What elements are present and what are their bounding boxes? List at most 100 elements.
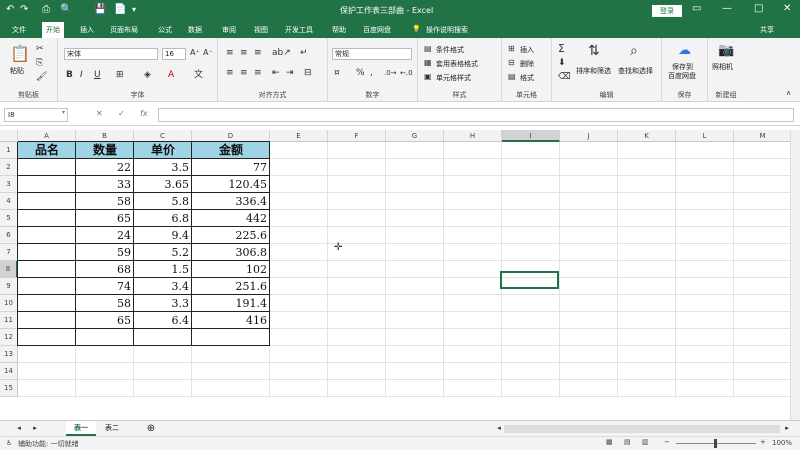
page-layout-view-icon[interactable]: ▤: [624, 438, 631, 446]
row-header-15[interactable]: 15: [0, 380, 18, 397]
table-cell-price[interactable]: 5.2: [134, 244, 192, 261]
redo-icon[interactable]: ↷: [20, 4, 28, 16]
clear-icon[interactable]: ⌫: [558, 72, 571, 82]
insert-button[interactable]: 插入: [520, 45, 534, 55]
font-size-select[interactable]: 16: [162, 48, 186, 60]
row-header-11[interactable]: 11: [0, 312, 18, 329]
row-header-13[interactable]: 13: [0, 346, 18, 363]
active-cell-selection[interactable]: [500, 271, 559, 289]
horizontal-scrollbar[interactable]: [504, 425, 780, 433]
share-button[interactable]: 共享: [760, 25, 774, 35]
table-cell-qty[interactable]: 68: [76, 261, 134, 278]
cut-icon[interactable]: ✂: [36, 44, 44, 54]
increase-indent-icon[interactable]: ⇥: [286, 68, 294, 78]
name-box-dropdown-icon[interactable]: ▾: [62, 109, 65, 116]
underline-button[interactable]: U: [94, 70, 101, 80]
column-header-m[interactable]: M: [734, 130, 790, 142]
phonetic-icon[interactable]: 文: [194, 70, 203, 80]
table-cell-amount[interactable]: 225.6: [192, 227, 270, 244]
row-header-5[interactable]: 5: [0, 210, 18, 227]
row-header-2[interactable]: 2: [0, 159, 18, 176]
tab-baidu-pan[interactable]: 百度网盘: [363, 25, 391, 35]
table-cell-name[interactable]: [18, 329, 76, 346]
align-left-icon[interactable]: ≡: [226, 68, 234, 78]
italic-button[interactable]: I: [80, 70, 83, 80]
table-cell-amount[interactable]: 336.4: [192, 193, 270, 210]
wrap-text-icon[interactable]: ↵: [300, 48, 308, 58]
row-header-4[interactable]: 4: [0, 193, 18, 210]
fill-icon[interactable]: ⬇: [558, 58, 566, 68]
table-cell-amount[interactable]: [192, 329, 270, 346]
table-cell-price[interactable]: 3.65: [134, 176, 192, 193]
delete-button[interactable]: 删除: [520, 59, 534, 69]
zoom-out-icon[interactable]: −: [664, 438, 670, 446]
tab-insert[interactable]: 插入: [80, 25, 94, 35]
table-cell-amount[interactable]: 120.45: [192, 176, 270, 193]
tab-home[interactable]: 开始: [42, 22, 64, 38]
insert-function-button[interactable]: fx: [140, 109, 148, 118]
table-header-amount[interactable]: 金额: [192, 142, 270, 159]
column-header-k[interactable]: K: [618, 130, 676, 142]
next-sheet-icon[interactable]: ▸: [30, 421, 40, 436]
tab-file[interactable]: 文件: [12, 25, 26, 35]
table-cell-name[interactable]: [18, 295, 76, 312]
column-header-j[interactable]: J: [560, 130, 618, 142]
vertical-scrollbar[interactable]: [790, 130, 800, 420]
align-center-icon[interactable]: ≡: [240, 68, 248, 78]
table-cell-qty[interactable]: [76, 329, 134, 346]
row-header-10[interactable]: 10: [0, 295, 18, 312]
table-cell-qty[interactable]: 59: [76, 244, 134, 261]
autosum-button[interactable]: Σ: [558, 43, 565, 54]
decrease-decimal-icon[interactable]: ←.0: [400, 68, 413, 78]
table-cell-price[interactable]: 3.5: [134, 159, 192, 176]
row-header-9[interactable]: 9: [0, 278, 18, 295]
maximize-button[interactable]: □: [754, 3, 763, 14]
cancel-formula-button[interactable]: ✕: [96, 109, 103, 118]
table-cell-name[interactable]: [18, 227, 76, 244]
align-top-icon[interactable]: ≡: [226, 48, 234, 58]
minimize-button[interactable]: —: [722, 3, 732, 14]
normal-view-icon[interactable]: ▦: [606, 438, 613, 446]
table-cell-name[interactable]: [18, 244, 76, 261]
prev-sheet-icon[interactable]: ◂: [14, 421, 24, 436]
cell-styles-button[interactable]: 单元格样式: [436, 73, 471, 83]
sheet-tab-1[interactable]: 表一: [66, 421, 96, 436]
column-header-i[interactable]: I: [502, 130, 560, 142]
merge-center-icon[interactable]: ⊟: [304, 68, 312, 78]
table-cell-price[interactable]: 6.4: [134, 312, 192, 329]
align-right-icon[interactable]: ≡: [254, 68, 262, 78]
table-cell-amount[interactable]: 77: [192, 159, 270, 176]
table-header-price[interactable]: 单价: [134, 142, 192, 159]
column-header-g[interactable]: G: [386, 130, 444, 142]
ribbon-display-icon[interactable]: ▭: [692, 3, 701, 14]
tab-page-layout[interactable]: 页面布局: [110, 25, 138, 35]
table-cell-name[interactable]: [18, 312, 76, 329]
table-cell-name[interactable]: [18, 193, 76, 210]
tab-formulas[interactable]: 公式: [158, 25, 172, 35]
add-sheet-button[interactable]: ⊕: [144, 421, 158, 436]
tab-review[interactable]: 审阅: [222, 25, 236, 35]
tab-developer[interactable]: 开发工具: [285, 25, 313, 35]
row-header-1[interactable]: 1: [0, 142, 18, 159]
grow-font-icon[interactable]: A⁺: [190, 48, 200, 58]
currency-icon[interactable]: ¤: [334, 68, 340, 78]
paste-button[interactable]: 粘贴: [10, 66, 24, 76]
table-cell-qty[interactable]: 33: [76, 176, 134, 193]
table-cell-price[interactable]: 9.4: [134, 227, 192, 244]
table-cell-qty[interactable]: 24: [76, 227, 134, 244]
table-cell-qty[interactable]: 65: [76, 210, 134, 227]
tab-data[interactable]: 数据: [188, 25, 202, 35]
column-header-f[interactable]: F: [328, 130, 386, 142]
table-cell-price[interactable]: 6.8: [134, 210, 192, 227]
zoom-icon[interactable]: 🔍: [60, 4, 72, 16]
table-cell-price[interactable]: 3.4: [134, 278, 192, 295]
print-preview-icon[interactable]: ⎙: [42, 4, 50, 16]
table-cell-amount[interactable]: 306.8: [192, 244, 270, 261]
bold-button[interactable]: B: [66, 70, 73, 80]
row-header-12[interactable]: 12: [0, 329, 18, 346]
table-cell-amount[interactable]: 442: [192, 210, 270, 227]
table-cell-name[interactable]: [18, 210, 76, 227]
align-middle-icon[interactable]: ≡: [240, 48, 248, 58]
paste-icon[interactable]: 📋: [10, 46, 30, 62]
sheet-tab-2[interactable]: 表二: [98, 421, 126, 436]
